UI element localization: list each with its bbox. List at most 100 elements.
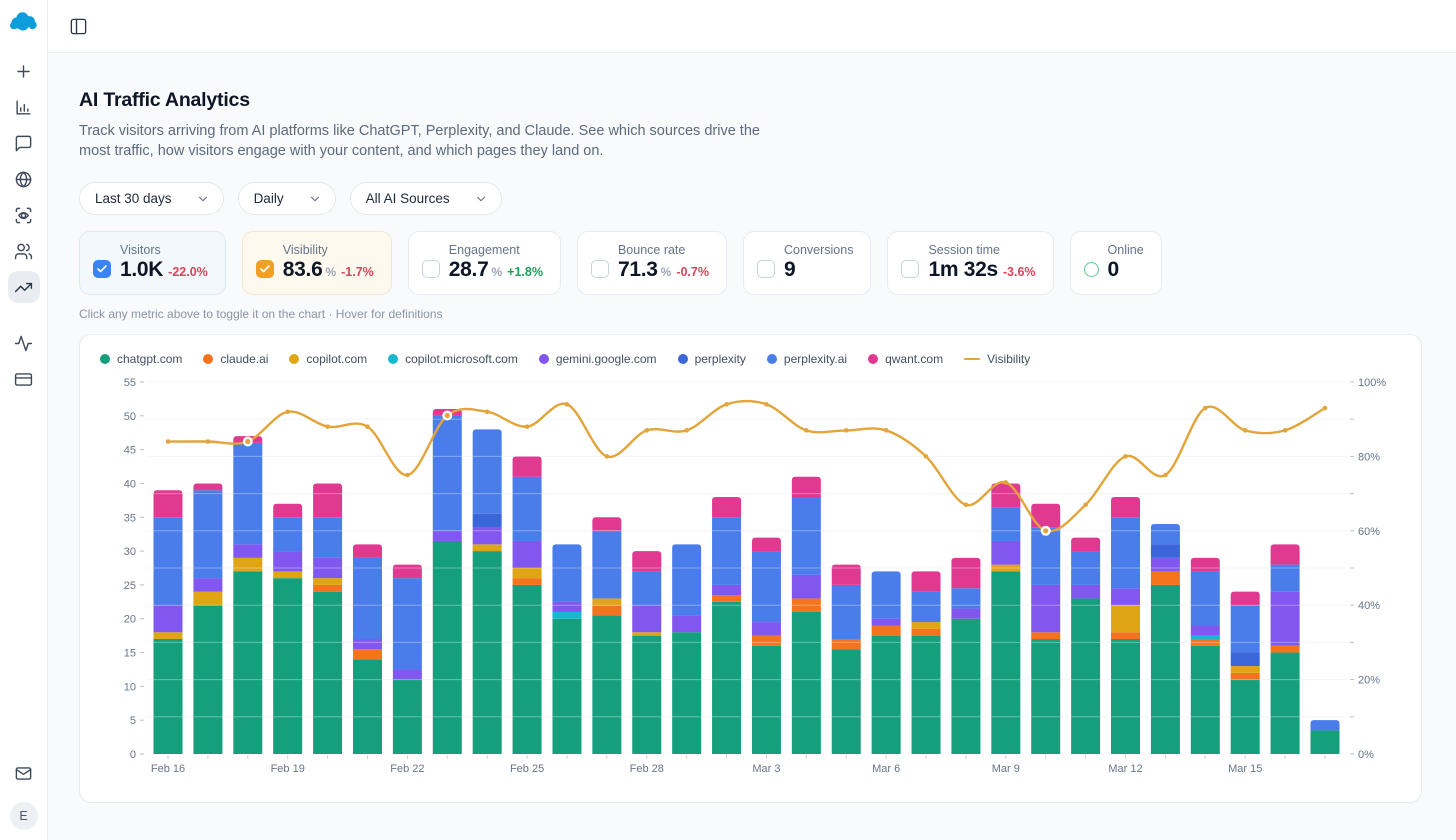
bar-feb-28: [632, 551, 661, 754]
metric-delta: -0.7%: [676, 265, 709, 279]
metric-checkbox-engagement[interactable]: [422, 260, 440, 278]
svg-text:50: 50: [124, 411, 136, 423]
sidebar-item-users[interactable]: [8, 235, 40, 267]
chevron-down-icon: [196, 192, 210, 206]
svg-text:20%: 20%: [1358, 675, 1380, 687]
bar-feb-24: [473, 429, 502, 754]
sidebar: E: [0, 0, 48, 840]
metric-value: 71.3: [618, 258, 658, 282]
metric-checkbox-visibility[interactable]: [256, 260, 274, 278]
sidebar-item-scan-eye[interactable]: [8, 199, 40, 231]
metric-delta: -3.6%: [1003, 265, 1036, 279]
legend-item-perplexity[interactable]: perplexity: [678, 352, 746, 366]
cloud-icon: [8, 9, 40, 33]
metric-delta: +1.8%: [507, 265, 543, 279]
metric-card-visitors[interactable]: Visitors1.0K-22.0%: [79, 231, 226, 295]
metric-value: 28.7: [449, 258, 489, 282]
metric-checkbox-bounce-rate[interactable]: [591, 260, 609, 278]
mail-icon[interactable]: [8, 757, 40, 789]
metric-checkbox-session-time[interactable]: [901, 260, 919, 278]
activity-icon: [14, 334, 33, 353]
bar-feb-21: [353, 544, 382, 754]
metric-value: 83.6: [283, 258, 323, 282]
legend-item-copilot-com[interactable]: copilot.com: [289, 352, 367, 366]
bar-mar-7: [912, 571, 941, 754]
svg-text:60%: 60%: [1358, 526, 1380, 538]
metric-card-online[interactable]: Online0: [1070, 231, 1162, 295]
metric-card-visibility[interactable]: Visibility83.6%-1.7%: [242, 231, 392, 295]
svg-text:25: 25: [124, 580, 136, 592]
legend-item-perplexity-ai[interactable]: perplexity.ai: [767, 352, 847, 366]
svg-text:Feb 28: Feb 28: [630, 763, 664, 775]
legend-label: gemini.google.com: [556, 352, 657, 366]
metric-card-engagement[interactable]: Engagement28.7% +1.8%: [408, 231, 561, 295]
chevron-down-icon: [308, 192, 322, 206]
metric-checkbox-visitors[interactable]: [93, 260, 111, 278]
svg-text:Mar 9: Mar 9: [992, 763, 1020, 775]
svg-text:0%: 0%: [1358, 749, 1374, 761]
legend-dot: [388, 354, 398, 364]
scan-eye-icon: [14, 206, 33, 225]
metric-cards-row: Visitors1.0K-22.0% Visibility83.6%-1.7% En…: [79, 231, 1422, 295]
metric-suffix: %: [491, 265, 502, 279]
metric-suffix: %: [661, 265, 672, 279]
legend-label: copilot.microsoft.com: [405, 352, 518, 366]
sidebar-toggle-button[interactable]: [64, 12, 92, 40]
metric-body: Visibility83.6%-1.7%: [283, 243, 374, 282]
sidebar-item-plus[interactable]: [8, 55, 40, 87]
message-square-icon: [14, 134, 33, 153]
bar-mar-4: [792, 477, 821, 754]
legend-item-gemini-google-com[interactable]: gemini.google.com: [539, 352, 657, 366]
avatar[interactable]: E: [10, 802, 38, 830]
legend-item-claude-ai[interactable]: claude.ai: [203, 352, 268, 366]
metric-card-bounce-rate[interactable]: Bounce rate71.3% -0.7%: [577, 231, 727, 295]
bar-mar-6: [872, 571, 901, 754]
filter-dropdown-last-30-days[interactable]: Last 30 days: [79, 182, 224, 215]
bar-feb-22: [393, 565, 422, 754]
metric-label: Bounce rate: [618, 243, 709, 257]
metric-card-conversions[interactable]: Conversions9: [743, 231, 871, 295]
online-status-dot: [1084, 262, 1099, 277]
metric-label: Engagement: [449, 243, 543, 257]
chevron-down-icon: [474, 192, 488, 206]
legend-item-qwant-com[interactable]: qwant.com: [868, 352, 943, 366]
metric-body: Conversions9: [784, 243, 853, 282]
metric-label: Visibility: [283, 243, 374, 257]
svg-text:40%: 40%: [1358, 600, 1380, 612]
legend-label: chatgpt.com: [117, 352, 182, 366]
legend-line-swatch: [964, 358, 980, 360]
svg-text:40: 40: [124, 478, 136, 490]
salesforce-cloud-logo[interactable]: [8, 9, 40, 33]
sidebar-item-trending-up[interactable]: [8, 271, 40, 303]
sidebar-item-globe[interactable]: [8, 163, 40, 195]
svg-text:Mar 12: Mar 12: [1108, 763, 1142, 775]
legend-label: claude.ai: [220, 352, 268, 366]
filter-label: All AI Sources: [366, 191, 450, 206]
sidebar-item-bar-chart[interactable]: [8, 91, 40, 123]
sidebar-item-credit-card[interactable]: [8, 363, 40, 395]
traffic-chart[interactable]: 05101520253035404550550%20%40%60%80%100%…: [96, 375, 1405, 785]
filter-label: Last 30 days: [95, 191, 172, 206]
bar-mar-1: [672, 544, 701, 754]
legend-item-copilot-microsoft-com[interactable]: copilot.microsoft.com: [388, 352, 518, 366]
metric-value-row: 9: [784, 258, 853, 282]
bar-mar-15: [1231, 592, 1260, 754]
bar-feb-26: [552, 544, 581, 754]
check-icon: [96, 263, 108, 275]
metric-checkbox-conversions[interactable]: [757, 260, 775, 278]
metric-value-row: 83.6%-1.7%: [283, 258, 374, 282]
metric-card-session-time[interactable]: Session time1m 32s-3.6%: [887, 231, 1053, 295]
legend-item-chatgpt-com[interactable]: chatgpt.com: [100, 352, 182, 366]
metric-delta: -22.0%: [168, 265, 208, 279]
sidebar-item-activity[interactable]: [8, 327, 40, 359]
svg-text:Mar 15: Mar 15: [1228, 763, 1262, 775]
legend-item-visibility-line[interactable]: Visibility: [964, 352, 1030, 366]
svg-text:10: 10: [124, 681, 136, 693]
svg-text:15: 15: [124, 648, 136, 660]
sidebar-item-message-square[interactable]: [8, 127, 40, 159]
bar-mar-9: [991, 483, 1020, 754]
filter-dropdown-all-ai-sources[interactable]: All AI Sources: [350, 182, 502, 215]
filter-dropdown-daily[interactable]: Daily: [238, 182, 336, 215]
bar-mar-12: [1111, 497, 1140, 754]
svg-text:Mar 3: Mar 3: [752, 763, 780, 775]
